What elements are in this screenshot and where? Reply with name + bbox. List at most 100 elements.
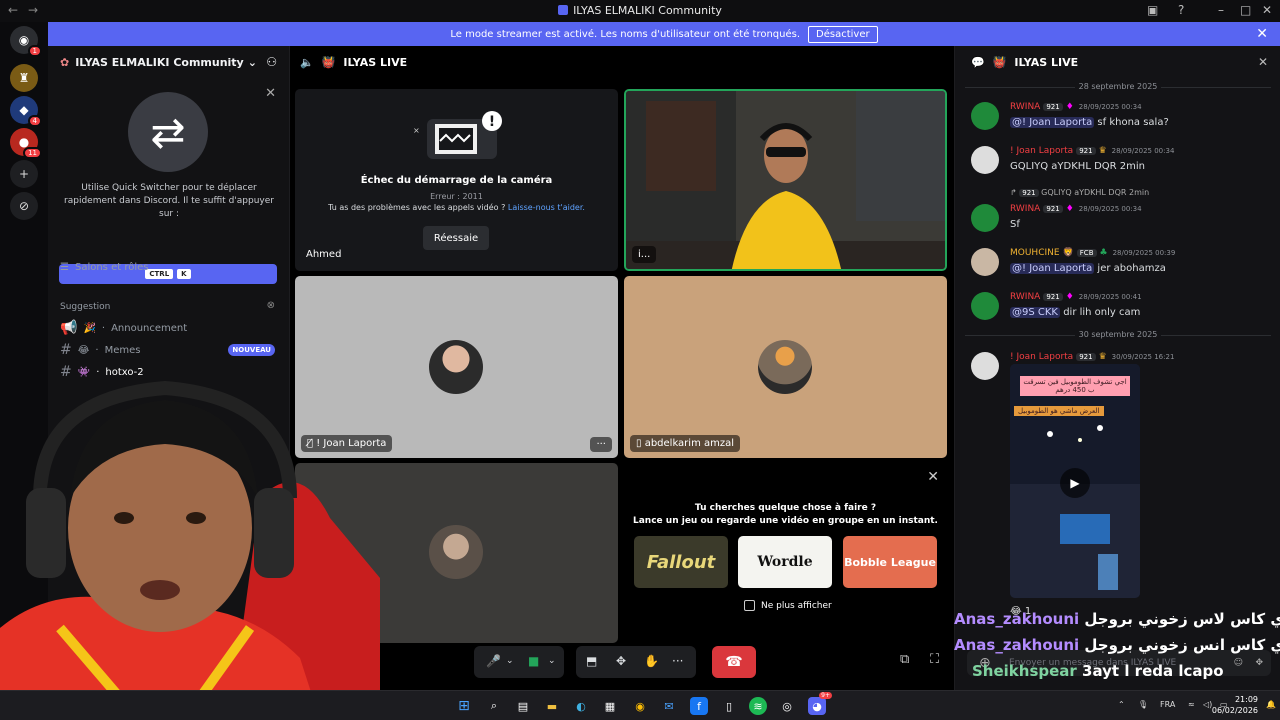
server-icon-3[interactable]: ● 11	[10, 128, 42, 159]
close-activity-icon[interactable]: ✕	[927, 469, 939, 485]
bell-icon[interactable]: 🔔	[1266, 700, 1276, 709]
obs-icon[interactable]: ◎	[778, 697, 796, 715]
microphone-icon[interactable]: 🎤	[486, 654, 501, 668]
server-header[interactable]: ✿ ILYAS ELMALIKI Community ⌄ ⚇	[48, 46, 289, 78]
message-author: RWINA	[1010, 292, 1041, 302]
mention[interactable]: @! Joan Laporta	[1010, 263, 1095, 274]
camera-fail-title: Échec du démarrage de la caméra	[360, 175, 553, 186]
server-icon-2[interactable]: ◆ 4	[10, 96, 42, 127]
video-attachment[interactable]: اجي تشوف الطوموبيل فين تسرقت ب 450 درهم …	[1010, 364, 1140, 598]
fullscreen-icon[interactable]: ⛶	[930, 652, 939, 667]
chevron-down-icon[interactable]: ⌄	[506, 656, 514, 666]
game-bobble-league[interactable]: Bobble League	[843, 536, 937, 588]
game-fallout[interactable]: Fallout	[634, 536, 728, 588]
message-time: 28/09/2025 00:34	[1078, 205, 1142, 213]
close-suggestion-icon[interactable]: ⊗	[267, 300, 275, 311]
more-icon[interactable]: ···	[672, 654, 683, 668]
message-text: dir lih only cam	[1063, 307, 1141, 318]
start-icon[interactable]: ⊞	[455, 697, 473, 715]
help-link[interactable]: Laisse-nous t'aider.	[508, 203, 585, 212]
retry-button[interactable]: Réessaie	[423, 226, 489, 250]
popout-icon[interactable]: ⧉	[900, 652, 909, 667]
speaker-icon: 🔈	[300, 55, 314, 69]
activities-icon[interactable]: ✥	[616, 654, 626, 668]
kbd-ctrl: CTRL	[145, 269, 174, 279]
disconnect-button[interactable]: ☎	[712, 646, 756, 678]
overlay-text: شي ديدي كاس لاس زخوني بروجل	[1084, 610, 1280, 628]
screen-share-icon[interactable]: ⬒	[586, 654, 597, 668]
help-icon[interactable]: ?	[1178, 3, 1184, 17]
disable-streamer-button[interactable]: Désactiver	[808, 25, 878, 43]
play-icon[interactable]: ▶	[1060, 468, 1090, 498]
chat-message[interactable]: ! Joan Laporta 921 ♛ 28/09/2025 00:34 GQLIY…	[971, 144, 1271, 180]
home-discord-icon[interactable]: ◉ 1	[10, 26, 42, 57]
server-name: ILYAS ELMALIKI Community	[75, 55, 244, 69]
tile-abdelkarim[interactable]: ▯ abdelkarim amzal	[624, 276, 947, 458]
close-tip-icon[interactable]: ✕	[265, 86, 276, 101]
maximize-icon[interactable]: □	[1240, 3, 1251, 17]
outlook-icon[interactable]: ✉	[660, 697, 678, 715]
store-icon[interactable]: ▦	[601, 697, 619, 715]
overlay-username: Anas_zakhouni	[954, 610, 1080, 628]
wifi-icon[interactable]: ≈	[1188, 700, 1195, 709]
chat-message[interactable]: MOUHCINE 🦁 FCB ♣ 28/09/2025 00:39 @! Joan La…	[971, 246, 1271, 282]
soundboard-icon[interactable]: ✋	[644, 654, 659, 668]
edge-icon[interactable]: ◐	[572, 697, 590, 715]
chat-message[interactable]: RWINA 921 ♦ 28/09/2025 00:34 @! Joan Laport…	[971, 100, 1271, 136]
tile-ahmed[interactable]: ! × Échec du démarrage de la caméra Erre…	[295, 89, 618, 271]
chevron-up-icon[interactable]: ⌃	[1118, 700, 1125, 709]
chat-message[interactable]: RWINA 921 ♦ 28/09/2025 00:41 @9S CKK dir li…	[971, 290, 1271, 326]
system-clock[interactable]: 21:09 06/02/2026	[1212, 694, 1258, 716]
mention[interactable]: @9S CKK	[1010, 307, 1060, 318]
close-window-icon[interactable]: ✕	[1262, 3, 1272, 17]
activity-controls: ⬒ ✥ ✋ ···	[576, 646, 696, 678]
emoji-picker-icon[interactable]: ☺	[1234, 658, 1243, 668]
banner-close-icon[interactable]: ✕	[1256, 26, 1268, 42]
mention[interactable]: @! Joan Laporta	[1010, 117, 1095, 128]
tile-username: i...	[632, 246, 657, 263]
gem-icon: ♦	[1065, 204, 1074, 214]
minimize-icon[interactable]: –	[1218, 3, 1224, 17]
checkbox[interactable]	[744, 600, 755, 611]
date-divider: 28 septembre 2025	[965, 82, 1271, 91]
game-wordle[interactable]: Wordle	[738, 536, 832, 588]
close-chat-icon[interactable]: ✕	[1258, 55, 1268, 69]
camera-error-icon: ! ×	[413, 111, 502, 159]
reply-preview[interactable]: ↱ 921 GQLIYQ aYDKHL DQR 2min	[1010, 188, 1149, 197]
channel-announcement[interactable]: 📢 🎉 · Announcement	[60, 320, 187, 336]
server-icon-1[interactable]: ♜	[10, 64, 38, 92]
task-view-icon[interactable]: ▤	[514, 697, 532, 715]
spotify-icon[interactable]: ≋	[749, 697, 767, 715]
server-icon	[558, 5, 569, 15]
avatar	[971, 352, 999, 380]
apps-icon[interactable]: ✥	[1255, 658, 1263, 668]
discord-taskbar-icon[interactable]: ◕ 9+	[808, 692, 832, 715]
volume-icon[interactable]: ◁)	[1203, 700, 1212, 709]
file-explorer-icon[interactable]: ▬	[543, 697, 561, 715]
channel-memes[interactable]: # 😂 · Memes	[60, 342, 141, 358]
chat-title: ILYAS LIVE	[1014, 55, 1079, 69]
facebook-icon[interactable]: f	[690, 697, 708, 715]
explore-icon[interactable]: ⊘	[10, 192, 38, 220]
chat-message[interactable]: RWINA 921 ♦ 28/09/2025 00:34 Sf	[971, 202, 1271, 238]
add-server-icon[interactable]: +	[10, 160, 38, 188]
overlay-text: شي ديدي كاس انس زخوني بروجل	[1084, 636, 1280, 654]
more-options-button[interactable]: ···	[590, 437, 612, 452]
inbox-icon[interactable]: ▣	[1147, 3, 1158, 17]
search-icon[interactable]: ⌕	[485, 697, 503, 715]
invite-people-icon[interactable]: ⚇	[266, 55, 277, 69]
chevron-down-icon[interactable]: ⌄	[548, 656, 556, 666]
file-icon[interactable]: ▯	[720, 697, 738, 715]
message-header: RWINA 921 ♦ 28/09/2025 00:34	[1010, 204, 1142, 214]
tile-live-camera[interactable]: i...	[624, 89, 947, 271]
avatar	[758, 340, 812, 394]
camera-icon[interactable]: ■	[528, 654, 539, 668]
chrome-icon[interactable]: ◉	[631, 697, 649, 715]
chat-bubble-icon: 💬	[971, 55, 985, 69]
dont-show-again-checkbox[interactable]: Ne plus afficher	[744, 600, 832, 611]
window-title-text: ILYAS ELMALIKI Community	[573, 4, 722, 17]
language-indicator[interactable]: FRA	[1160, 700, 1175, 709]
mic-tray-icon[interactable]: 🎙	[1138, 700, 1148, 709]
camera-help-line: Tu as des problèmes avec les appels vidé…	[295, 203, 618, 212]
channels-roles-link[interactable]: ☰ Salons et rôles	[60, 262, 148, 273]
